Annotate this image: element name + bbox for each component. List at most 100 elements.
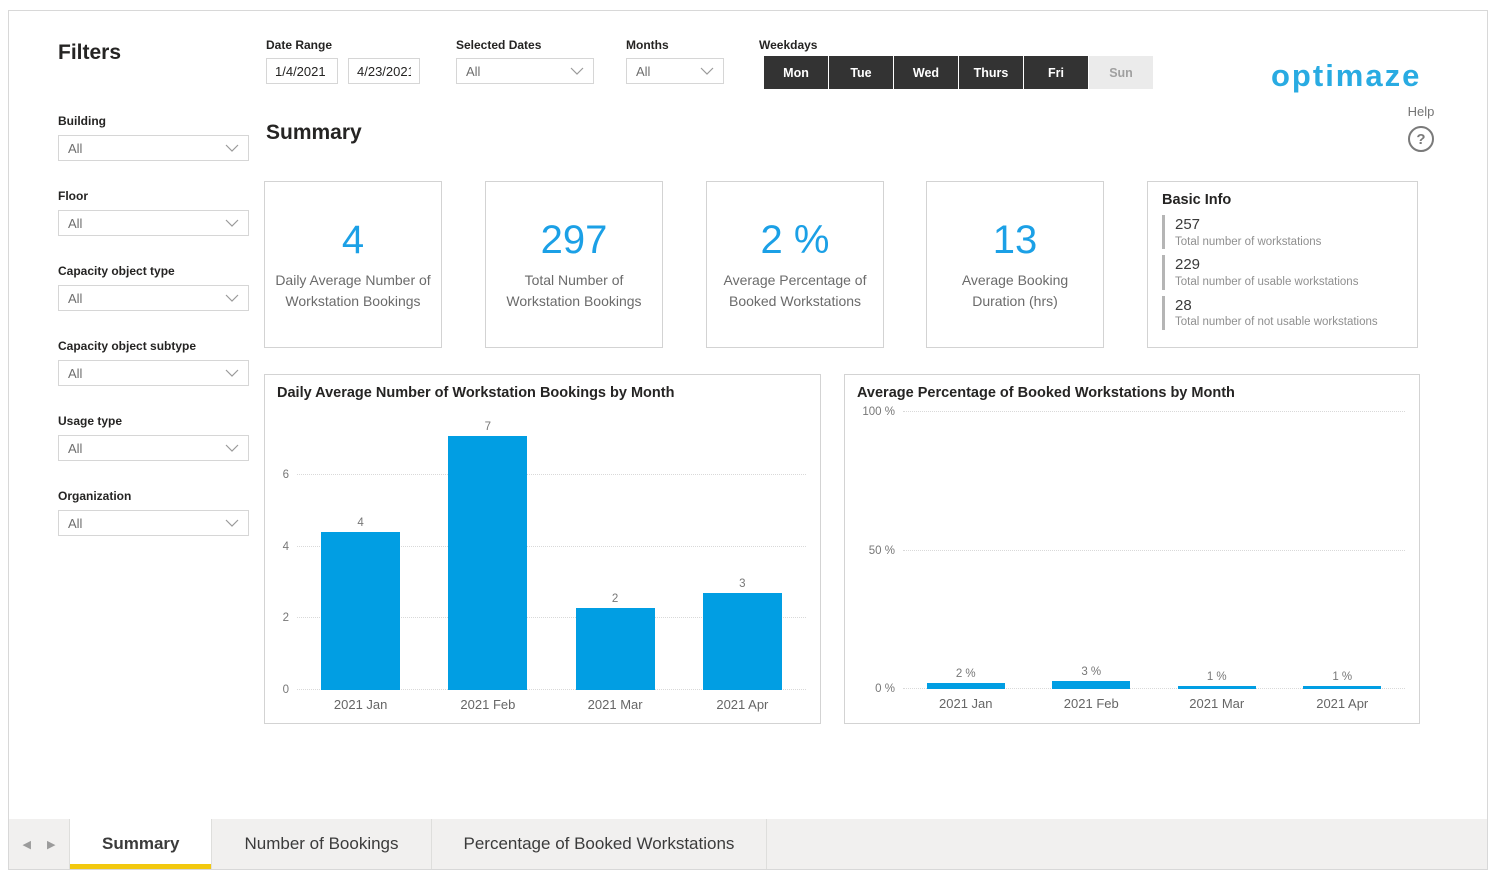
capacity-object-type-dropdown[interactable]: All [58, 285, 249, 311]
chevron-down-icon [225, 144, 239, 152]
date-range-label: Date Range [266, 38, 420, 54]
tab-navigation-arrows: ◀ ▶ [9, 819, 69, 869]
tab-summary[interactable]: Summary [69, 819, 212, 869]
date-range-filter: Date Range [266, 38, 420, 84]
bar-data-label: 3 % [1081, 666, 1101, 678]
filter-capacity-object-subtype: Capacity object subtype All [58, 339, 249, 386]
basic-info-panel: Basic Info 257 Total number of workstati… [1147, 181, 1418, 348]
tab-percentage-of-booked-workstations[interactable]: Percentage of Booked Workstations [432, 819, 768, 869]
filter-usage-type: Usage type All [58, 414, 249, 461]
plot-area: 2 % 3 % 1 % 1 % [903, 412, 1405, 689]
help-label: Help [1408, 104, 1435, 119]
bar[interactable] [703, 593, 782, 690]
x-category-label: 2021 Jan [297, 690, 424, 712]
basic-info-value: 257 [1175, 215, 1403, 235]
weekday-button-fri[interactable]: Fri [1024, 56, 1088, 89]
basic-info-label: Total number of not usable workstations [1175, 315, 1403, 330]
selected-dates-dropdown-value: All [466, 64, 480, 79]
bar[interactable] [321, 532, 400, 690]
selected-dates-label: Selected Dates [456, 38, 594, 54]
chart-daily-average-bookings-by-month: Daily Average Number of Workstation Book… [264, 374, 821, 724]
bar-data-label: 1 % [1332, 671, 1352, 683]
basic-info-value: 28 [1175, 296, 1403, 316]
filter-usage-type-label: Usage type [58, 414, 249, 428]
filter-capacity-object-subtype-label: Capacity object subtype [58, 339, 249, 353]
selected-dates-filter: Selected Dates All [456, 38, 594, 84]
kpi-label: Average Percentage of Booked Workstation… [707, 270, 883, 311]
bar[interactable] [1052, 681, 1130, 689]
basic-info-item: 229 Total number of usable workstations [1162, 255, 1403, 289]
plot-area: 4 7 2 3 [297, 421, 806, 690]
building-dropdown[interactable]: All [58, 135, 249, 161]
optimaze-logo: optimaze [1271, 58, 1421, 94]
help-question-icon[interactable]: ? [1408, 126, 1434, 152]
filter-building-label: Building [58, 114, 249, 128]
kpi-label: Average Booking Duration (hrs) [927, 270, 1103, 311]
next-page-arrow-icon[interactable]: ▶ [47, 838, 55, 851]
y-axis: 0 %50 %100 % [853, 412, 903, 689]
x-axis-labels: 2021 Jan2021 Feb2021 Mar2021 Apr [903, 689, 1405, 711]
bar-data-label: 1 % [1207, 671, 1227, 683]
x-category-label: 2021 Apr [679, 690, 806, 712]
weekday-buttons: Mon Tue Wed Thurs Fri Sun [764, 56, 1153, 89]
tab-number-of-bookings[interactable]: Number of Bookings [212, 819, 431, 869]
filter-capacity-object-type: Capacity object type All [58, 264, 249, 311]
weekday-button-thurs[interactable]: Thurs [959, 56, 1023, 89]
filter-organization-label: Organization [58, 489, 249, 503]
help-control: Help ? [1399, 104, 1443, 152]
kpi-label: Daily Average Number of Workstation Book… [265, 270, 441, 311]
chart-average-percentage-booked-by-month: Average Percentage of Booked Workstation… [844, 374, 1420, 724]
selected-dates-dropdown[interactable]: All [456, 58, 594, 84]
chevron-down-icon [225, 519, 239, 527]
weekday-button-tue[interactable]: Tue [829, 56, 893, 89]
basic-info-item: 257 Total number of workstations [1162, 215, 1403, 249]
previous-page-arrow-icon[interactable]: ◀ [23, 838, 31, 851]
bar-data-label: 2 [612, 593, 618, 605]
floor-dropdown-value: All [68, 216, 82, 231]
y-axis: 0246 [247, 421, 297, 690]
weekdays-filter: Weekdays Mon Tue Wed Thurs Fri Sun [751, 38, 1153, 89]
chevron-down-icon [225, 294, 239, 302]
kpi-value: 297 [541, 218, 608, 262]
bar[interactable] [448, 436, 527, 690]
bar[interactable] [576, 608, 655, 690]
y-tick-label: 2 [283, 612, 289, 624]
x-category-label: 2021 Mar [1154, 689, 1280, 711]
filter-building: Building All [58, 114, 249, 161]
chart-title: Daily Average Number of Workstation Book… [277, 385, 674, 401]
months-dropdown[interactable]: All [626, 58, 724, 84]
filter-floor: Floor All [58, 189, 249, 236]
capacity-object-type-dropdown-value: All [68, 291, 82, 306]
usage-type-dropdown[interactable]: All [58, 435, 249, 461]
bar-column: 7 [424, 421, 551, 690]
y-tick-label: 6 [283, 469, 289, 481]
bar-column: 1 % [1154, 412, 1280, 689]
bar-data-label: 2 % [956, 668, 976, 680]
kpi-card-average-percentage-booked: 2 % Average Percentage of Booked Worksta… [706, 181, 884, 348]
bar-column: 2 % [903, 412, 1029, 689]
x-category-label: 2021 Jan [903, 689, 1029, 711]
filters-sidebar: Filters Building All Floor All Capacity … [58, 41, 249, 564]
usage-type-dropdown-value: All [68, 441, 82, 456]
y-tick-label: 100 % [862, 406, 895, 418]
organization-dropdown[interactable]: All [58, 510, 249, 536]
bar-column: 1 % [1280, 412, 1406, 689]
dashboard: Filters Building All Floor All Capacity … [0, 0, 1496, 880]
chevron-down-icon [700, 67, 714, 75]
weekday-button-mon[interactable]: Mon [764, 56, 828, 89]
organization-dropdown-value: All [68, 516, 82, 531]
x-category-label: 2021 Feb [424, 690, 551, 712]
bar-data-label: 4 [357, 517, 363, 529]
floor-dropdown[interactable]: All [58, 210, 249, 236]
filter-floor-label: Floor [58, 189, 249, 203]
bar-column: 3 [679, 421, 806, 690]
date-range-start-input[interactable] [266, 58, 338, 84]
basic-info-item: 28 Total number of not usable workstatio… [1162, 296, 1403, 330]
capacity-object-subtype-dropdown[interactable]: All [58, 360, 249, 386]
date-range-end-input[interactable] [348, 58, 420, 84]
chevron-down-icon [570, 67, 584, 75]
weekday-button-wed[interactable]: Wed [894, 56, 958, 89]
weekday-button-sun[interactable]: Sun [1089, 56, 1153, 89]
bar-column: 4 [297, 421, 424, 690]
chevron-down-icon [225, 219, 239, 227]
